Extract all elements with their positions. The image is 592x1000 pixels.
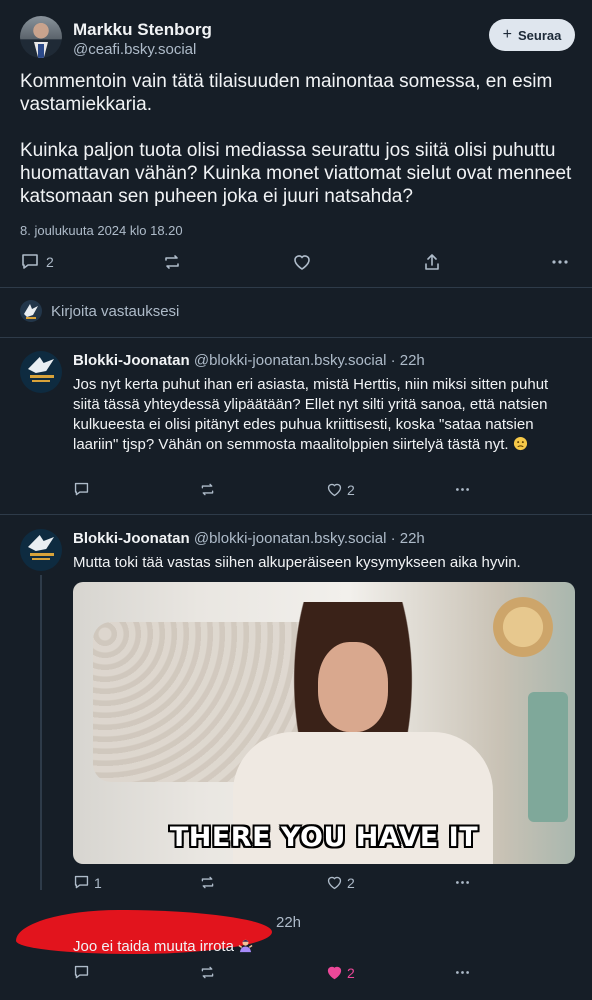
more-action[interactable]: [550, 252, 570, 272]
gif-embed[interactable]: THERE YOU HAVE IT: [73, 582, 575, 864]
like-action[interactable]: 2: [326, 964, 355, 981]
reply-avatar[interactable]: [20, 529, 62, 571]
share-action[interactable]: [422, 252, 442, 272]
reply-input[interactable]: Kirjoita vastauksesi: [51, 303, 179, 320]
repost-action[interactable]: [199, 481, 216, 498]
repost-icon: [199, 481, 216, 498]
reply-time[interactable]: 22h: [400, 352, 425, 369]
heart-icon: [292, 252, 312, 272]
reply-text: Joo ei taida muuta irrota: [73, 937, 573, 957]
like-count: 2: [347, 481, 355, 498]
author-handle[interactable]: @ceafi.bsky.social: [73, 41, 196, 58]
divider: [0, 337, 592, 338]
follow-label: Seuraa: [517, 27, 562, 43]
person-shrugging-emoji-icon: [238, 938, 253, 953]
post-text: Kommentoin vain tätä tilaisuuden mainont…: [20, 71, 572, 207]
repost-action[interactable]: [199, 964, 216, 981]
reply-action[interactable]: 1: [73, 874, 102, 891]
like-count: 2: [347, 874, 355, 891]
reply-count: 1: [94, 874, 102, 891]
like-count: 2: [347, 964, 355, 981]
reply-action[interactable]: [73, 481, 90, 498]
comment-icon: [73, 964, 90, 981]
thread-line: [40, 575, 42, 890]
comment-icon: [73, 481, 90, 498]
heart-filled-icon: [326, 964, 343, 981]
like-action[interactable]: 2: [326, 481, 355, 498]
author-name[interactable]: Markku Stenborg: [73, 20, 212, 40]
repost-action[interactable]: [162, 252, 182, 272]
reply-header: Blokki-Joonatan @blokki-joonatan.bsky.so…: [73, 530, 425, 547]
separator-dot: ·: [390, 530, 396, 547]
repost-icon: [162, 252, 182, 272]
like-action[interactable]: 2: [326, 874, 355, 891]
reply-header: Blokki-Joonatan @blokki-joonatan.bsky.so…: [73, 352, 425, 369]
divider: [0, 287, 592, 288]
reply-text-content: Joo ei taida muuta irrota: [73, 938, 234, 955]
reply-text: Jos nyt kerta puhut ihan eri asiasta, mi…: [73, 375, 563, 455]
share-icon: [422, 252, 442, 272]
author-avatar[interactable]: [20, 16, 62, 58]
more-action[interactable]: [454, 481, 471, 498]
reply-time[interactable]: 22h: [276, 914, 301, 931]
user-avatar: [20, 300, 42, 322]
reply-action[interactable]: 2: [20, 252, 54, 272]
reply-time[interactable]: 22h: [400, 530, 425, 547]
gif-caption: THERE YOU HAVE IT: [169, 822, 479, 853]
slightly-frowning-emoji-icon: [513, 436, 528, 451]
repost-icon: [199, 964, 216, 981]
more-icon: [454, 481, 471, 498]
reply-text: Mutta toki tää vastas siihen alkuperäise…: [73, 554, 521, 571]
follow-button[interactable]: + Seuraa: [489, 19, 575, 51]
more-action[interactable]: [454, 964, 471, 981]
reply-author-name[interactable]: Blokki-Joonatan: [73, 352, 190, 369]
more-icon: [550, 252, 570, 272]
like-action[interactable]: [292, 252, 312, 272]
more-icon: [454, 964, 471, 981]
reply-count: 2: [46, 254, 54, 270]
plus-icon: +: [502, 26, 512, 43]
reply-text-content: Jos nyt kerta puhut ihan eri asiasta, mi…: [73, 376, 549, 453]
separator-dot: ·: [390, 352, 396, 369]
divider: [0, 514, 592, 515]
reply-author-handle[interactable]: @blokki-joonatan.bsky.social: [194, 352, 387, 369]
reply-action[interactable]: [73, 964, 90, 981]
more-icon: [454, 874, 471, 891]
reply-author-name[interactable]: Blokki-Joonatan: [73, 530, 190, 547]
repost-icon: [199, 874, 216, 891]
post-date[interactable]: 8. joulukuuta 2024 klo 18.20: [20, 223, 183, 238]
comment-icon: [73, 874, 90, 891]
reply-avatar[interactable]: [20, 351, 62, 393]
heart-icon: [326, 481, 343, 498]
comment-icon: [20, 252, 40, 272]
repost-action[interactable]: [199, 874, 216, 891]
heart-icon: [326, 874, 343, 891]
more-action[interactable]: [454, 874, 471, 891]
reply-author-handle[interactable]: @blokki-joonatan.bsky.social: [194, 530, 387, 547]
